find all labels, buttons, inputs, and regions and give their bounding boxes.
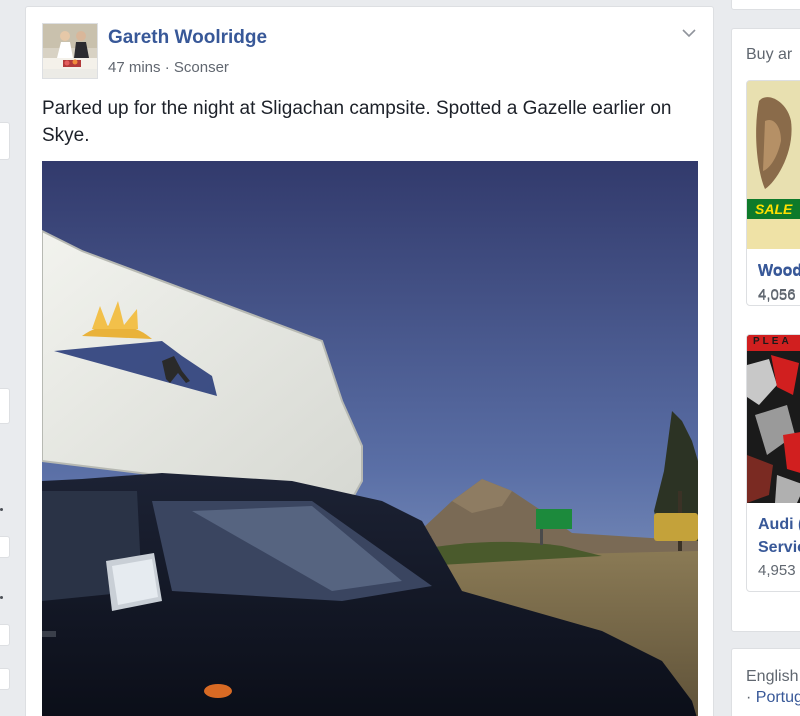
ad-sale-badge: SALE [755, 201, 793, 217]
chevron-down-icon[interactable] [679, 25, 699, 41]
left-nav-box[interactable] [0, 536, 10, 558]
page: Gareth Woolridge 47 mins · Sconser Parke… [0, 0, 800, 716]
left-bullet [0, 596, 3, 599]
post-timestamp-link[interactable]: 47 mins [108, 59, 161, 76]
left-nav-box[interactable] [0, 624, 10, 646]
left-nav-box[interactable] [0, 122, 10, 160]
language-options: · Portug [746, 689, 800, 707]
author-avatar[interactable] [42, 23, 98, 79]
sponsored-title: Buy ar [746, 46, 793, 63]
post-meta: 47 mins · Sconser [108, 59, 229, 76]
ad-like-count: 4,953 [758, 562, 796, 579]
author-name-link[interactable]: Gareth Woolridge [108, 27, 267, 49]
left-nav-box[interactable] [0, 668, 10, 690]
post-location-link[interactable]: Sconser [174, 59, 229, 76]
campervan-photo [42, 161, 698, 716]
ad-image: SALE [747, 81, 800, 249]
avatar-image [43, 24, 97, 78]
language-separator: · [746, 689, 752, 706]
left-nav-box[interactable] [0, 388, 10, 424]
post-photo[interactable] [42, 161, 698, 716]
ad-image: PLEA [747, 335, 800, 503]
ad-banner-text: PLEA [753, 336, 792, 347]
feed-post: Gareth Woolridge 47 mins · Sconser Parke… [25, 6, 714, 716]
ad-like-count: 4,056 [758, 286, 796, 303]
left-column [0, 0, 12, 716]
ad-title-line2[interactable]: Servic [758, 539, 800, 557]
left-bullet [0, 508, 3, 511]
ad-title-line1[interactable]: Audi ( [758, 516, 800, 534]
ad-title-link[interactable]: Wood [758, 262, 800, 280]
language-link[interactable]: Portug [756, 689, 800, 706]
language-current[interactable]: English [746, 668, 798, 686]
right-top-panel [731, 0, 800, 10]
meta-separator: · [164, 59, 170, 76]
post-text: Parked up for the night at Sligachan cam… [42, 98, 672, 146]
